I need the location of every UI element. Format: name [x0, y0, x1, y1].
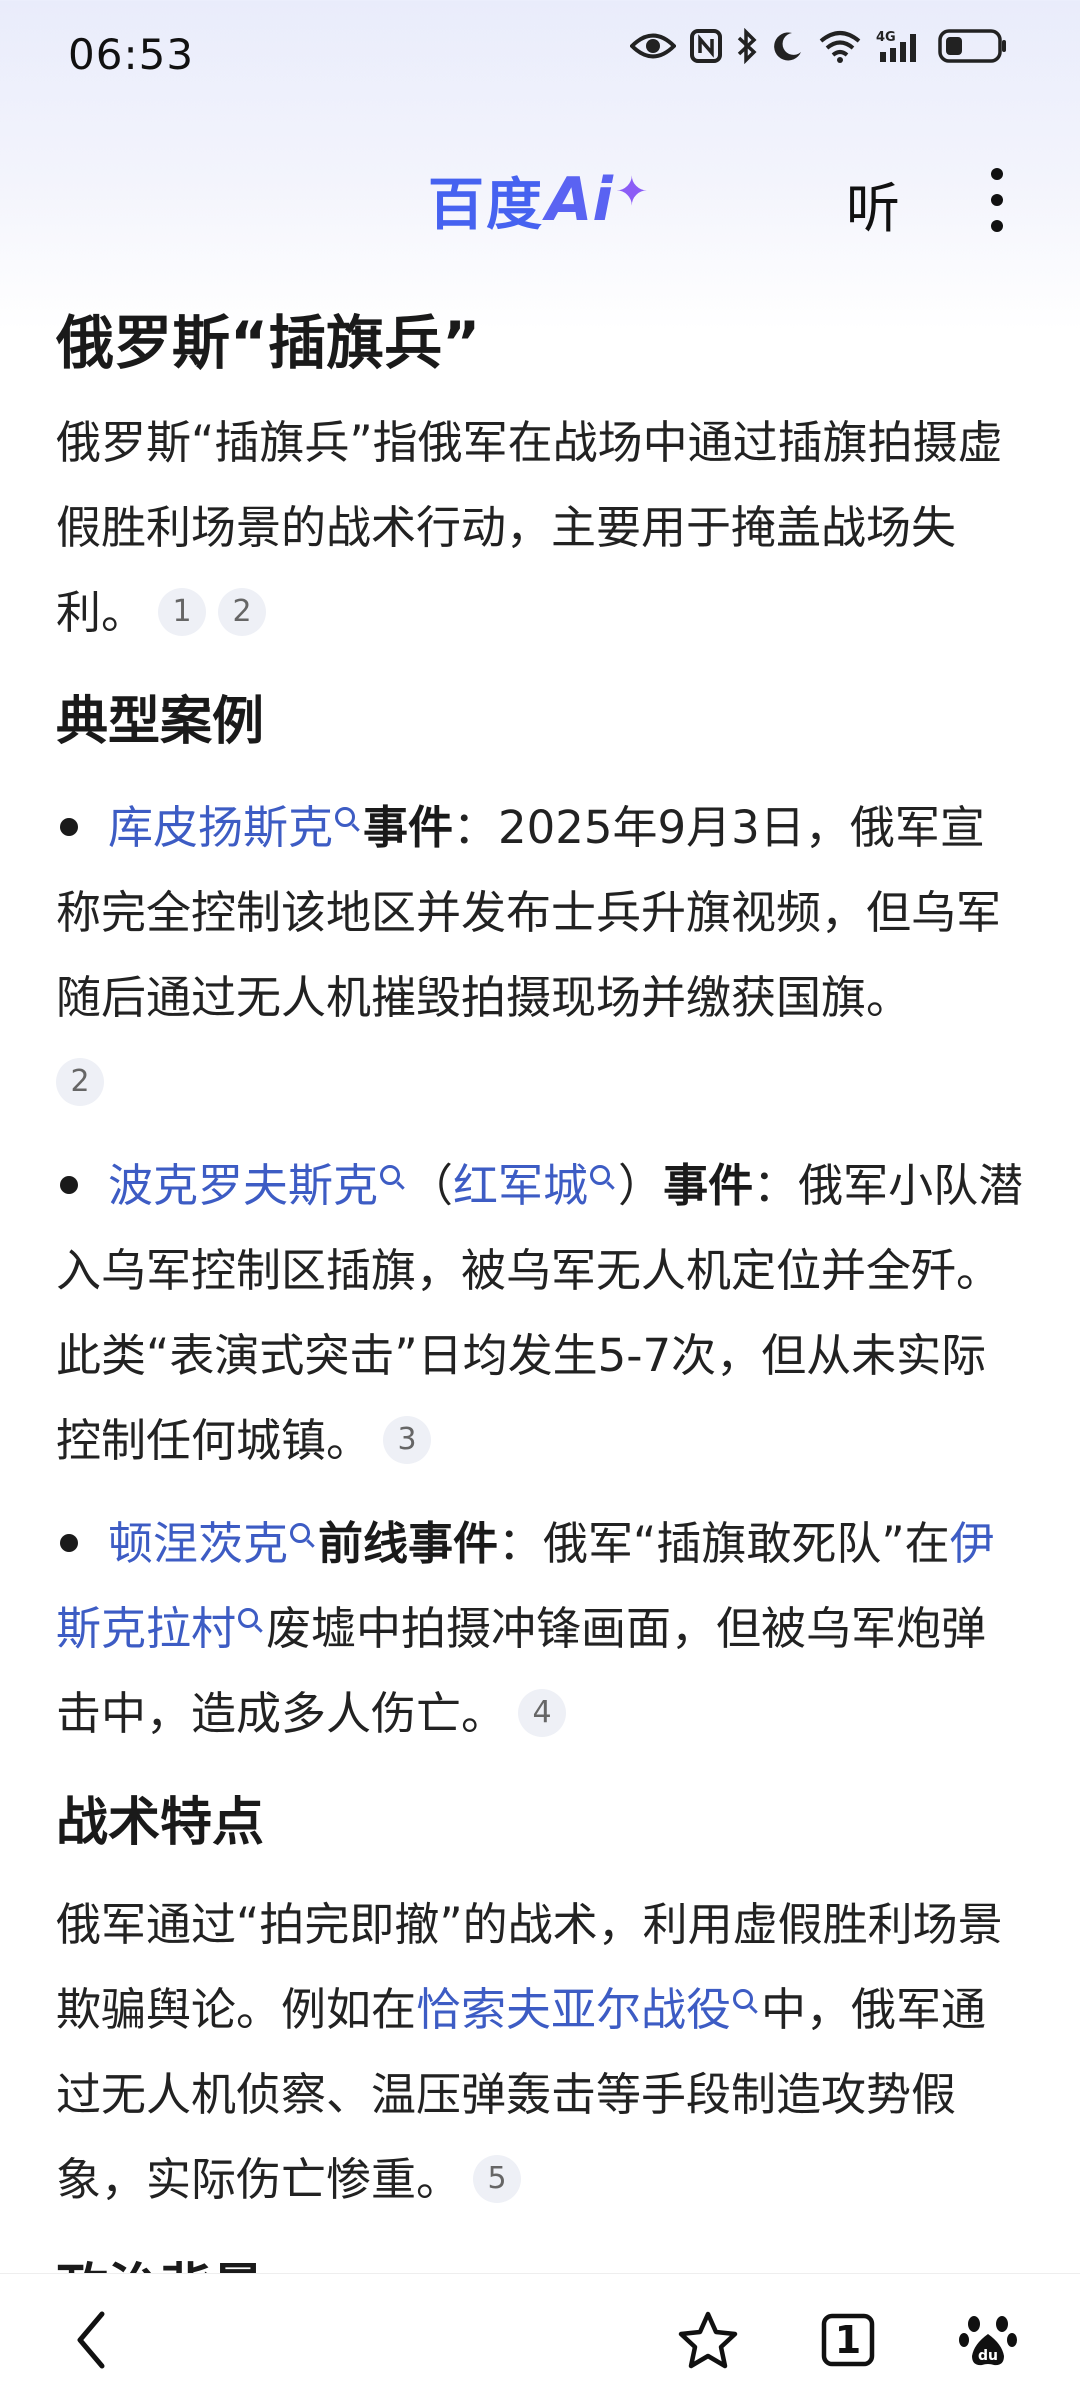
- search-icon: [238, 1608, 259, 1628]
- section-heading-cases: 典型案例: [56, 692, 265, 752]
- search-icon: [335, 807, 356, 827]
- bottom-nav: 1 du: [0, 2273, 1080, 2404]
- eye-icon: [630, 33, 676, 59]
- signal-4g-icon: 4G: [876, 30, 916, 62]
- search-link-krasnoarmiisk[interactable]: 红军城: [453, 1159, 588, 1212]
- bullet-dot: [60, 1534, 78, 1552]
- search-link-donetsk[interactable]: 顿涅茨克: [108, 1517, 288, 1570]
- tactics-paragraph: 俄军通过“拍完即撤”的战术，利用虚假胜利场景欺骗舆论。例如在恰索夫亚尔战役 中，俄…: [56, 1882, 1024, 2222]
- search-link-kupiansk[interactable]: 库皮扬斯克: [108, 801, 333, 854]
- search-link-chasiv-yar[interactable]: 恰索夫亚尔战役: [416, 1983, 731, 2036]
- svg-text:du: du: [978, 2348, 998, 2364]
- article-content: 俄罗斯“插旗兵” 俄罗斯“插旗兵”指俄军在战场中通过插旗拍摄虚假胜利场景的战术行…: [56, 300, 1024, 2334]
- bluetooth-icon: [737, 28, 757, 64]
- list-item: 顿涅茨克 前线事件：俄军“插旗敢死队”在伊斯克拉村 废墟中拍摄冲锋画面，但被乌军炮弹…: [56, 1501, 1024, 1756]
- back-icon[interactable]: [54, 2302, 130, 2378]
- logo-text: 百度: [428, 172, 544, 238]
- bullet-dot: [60, 1176, 78, 1194]
- listen-button[interactable]: 听: [846, 164, 900, 243]
- search-icon: [290, 1523, 311, 1543]
- baidu-paw-icon[interactable]: du: [950, 2302, 1026, 2378]
- status-time: 06:53: [68, 30, 195, 79]
- list-item: 波克罗夫斯克 （红军城 ）事件：俄军小队潜入乌军控制区插旗，被乌军无人机定位并全歼。…: [56, 1143, 1024, 1483]
- wifi-icon: [819, 31, 861, 63]
- citation-badge[interactable]: 3: [383, 1416, 432, 1464]
- nfc-icon: [690, 29, 722, 63]
- status-icons: 4G: [630, 28, 1008, 64]
- paren-open: （: [408, 1159, 454, 1212]
- section-heading-tactics: 战术特点: [56, 1793, 265, 1853]
- citation-badge[interactable]: 2: [218, 588, 267, 636]
- top-bar: 百度 Ai ✦ 听: [0, 150, 1080, 250]
- search-icon: [380, 1165, 401, 1185]
- citation-badge[interactable]: 4: [518, 1689, 567, 1737]
- citation-badge[interactable]: 1: [158, 588, 207, 636]
- search-icon: [733, 1989, 754, 2009]
- search-icon: [590, 1165, 611, 1185]
- article-title: 俄罗斯“插旗兵”: [56, 309, 481, 377]
- case-text-a: ：俄军“插旗敢死队”在: [498, 1517, 950, 1570]
- signal-network-label: 4G: [876, 30, 896, 45]
- tabs-icon[interactable]: 1: [810, 2302, 886, 2378]
- status-bar: 06:53 4G: [0, 0, 1080, 110]
- intro-paragraph: 俄罗斯“插旗兵”指俄军在战场中通过插旗拍摄虚假胜利场景的战术行动，主要用于掩盖战…: [56, 400, 1024, 655]
- sparkle-icon: ✦: [615, 169, 649, 215]
- moon-icon: [774, 32, 801, 61]
- battery-icon: [938, 29, 1006, 63]
- logo-ai: Ai: [546, 165, 614, 235]
- case-label: 前线事件: [318, 1517, 499, 1570]
- more-vertical-icon[interactable]: [982, 164, 1012, 236]
- bullet-dot: [60, 818, 78, 836]
- search-link-pokrovsk[interactable]: 波克罗夫斯克: [108, 1159, 378, 1212]
- citation-badge[interactable]: 2: [56, 1058, 104, 1106]
- case-label: 事件: [663, 1159, 754, 1212]
- citation-badge[interactable]: 5: [473, 2155, 522, 2203]
- paren-close: ）: [618, 1159, 664, 1212]
- star-icon[interactable]: [670, 2302, 746, 2378]
- list-item: 库皮扬斯克 事件：2025年9月3日，俄军宣称完全控制该地区并发布士兵升旗视频，但…: [56, 785, 1024, 1125]
- case-label: 事件: [363, 801, 454, 854]
- baidu-ai-logo[interactable]: 百度 Ai ✦: [428, 164, 649, 238]
- tab-count: 1: [834, 2318, 862, 2362]
